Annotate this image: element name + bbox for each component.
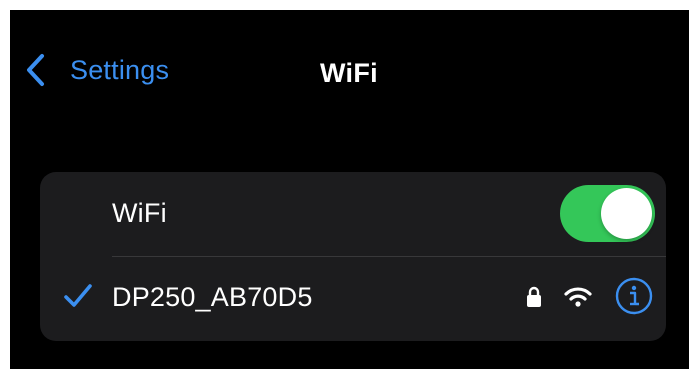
wifi-signal-icon [564, 287, 592, 307]
page-title: WiFi [320, 58, 378, 88]
checkmark-icon [64, 284, 92, 307]
wifi-settings-screen: Settings WiFi WiFi DP250_AB70D5 [10, 10, 689, 369]
info-icon[interactable] [615, 277, 653, 315]
wifi-settings-group: WiFi DP250_AB70D5 [40, 172, 666, 341]
chevron-left-icon [27, 54, 44, 86]
network-name: DP250_AB70D5 [112, 282, 313, 312]
wifi-toggle-row: WiFi [40, 172, 666, 256]
wifi-toggle-label: WiFi [112, 198, 167, 228]
navigation-bar: Settings WiFi [10, 10, 689, 130]
back-button[interactable]: Settings [24, 50, 169, 90]
wifi-toggle-switch[interactable] [560, 185, 655, 242]
toggle-knob [601, 188, 652, 239]
back-button-label: Settings [70, 54, 170, 85]
network-row-connected[interactable]: DP250_AB70D5 [40, 257, 666, 341]
lock-icon [527, 286, 541, 307]
